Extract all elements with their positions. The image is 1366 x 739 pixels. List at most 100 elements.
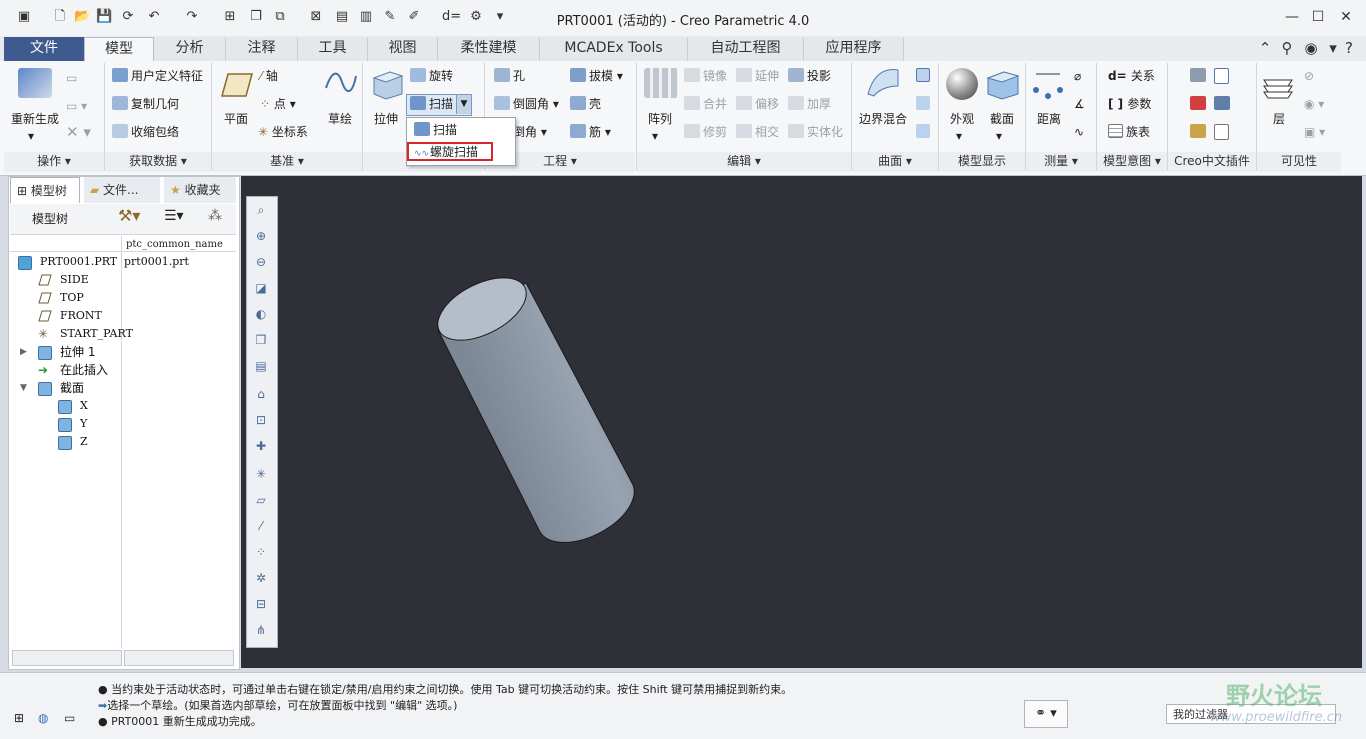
zoom-out-icon[interactable]: ⊖: [250, 252, 272, 272]
display-style-icon[interactable]: ◐: [250, 304, 272, 324]
family-table-button[interactable]: 族表: [1108, 124, 1150, 140]
tree-columns-icon[interactable]: ☰▾: [164, 208, 184, 224]
tree-item-label[interactable]: Y: [80, 416, 87, 432]
group-surfaces-label[interactable]: 曲面 ▾: [852, 152, 938, 172]
csys-button[interactable]: ✳ 坐标系: [258, 124, 308, 140]
plugin-check-icon[interactable]: [1190, 124, 1209, 140]
tab-mcadex-tools[interactable]: MCADEx Tools: [540, 37, 688, 61]
close-button[interactable]: ✕: [1336, 8, 1356, 26]
sketch-button[interactable]: 草绘: [320, 110, 360, 127]
tree-item-label[interactable]: 在此插入: [60, 362, 108, 378]
find-binoculars-icon[interactable]: ⚭ ▾: [1024, 700, 1068, 728]
tree-item-label[interactable]: SIDE: [60, 272, 89, 288]
community-icon[interactable]: ◉: [1302, 39, 1320, 57]
axis-display-icon[interactable]: ⁄: [250, 516, 272, 536]
view-manager-icon[interactable]: ▤: [250, 356, 272, 376]
annotation-display-icon[interactable]: ⊡: [250, 410, 272, 430]
tab-annotate[interactable]: 注释: [226, 37, 298, 61]
boundary-blend-button[interactable]: 边界混合: [854, 110, 912, 127]
tree-item-label[interactable]: PRT0001.PRT: [40, 254, 117, 270]
appearance-dropdown-icon[interactable]: ▾: [956, 128, 962, 144]
menu-item-helical-sweep[interactable]: ∿∿螺旋扫描: [414, 144, 478, 162]
tree-item-label[interactable]: START_PART: [60, 326, 133, 342]
browser-toggle-icon[interactable]: ◍: [38, 711, 54, 727]
tree-hscrollbar-right[interactable]: [124, 650, 234, 666]
group-visibility-label[interactable]: 可见性: [1257, 152, 1341, 172]
plugin-save-icon[interactable]: [1190, 68, 1209, 84]
udf-button[interactable]: 用户定义特征: [112, 68, 203, 84]
trim-button[interactable]: 修剪: [684, 124, 727, 140]
tree-hscrollbar-left[interactable]: [12, 650, 122, 666]
sweep-dropdown-icon[interactable]: ▼: [456, 95, 471, 114]
group-creo-plugin-label[interactable]: Creo中文插件: [1168, 152, 1256, 172]
section-button[interactable]: 截面: [982, 110, 1022, 127]
help-icon[interactable]: ?: [1340, 39, 1358, 57]
extend-button[interactable]: 延伸: [736, 68, 779, 84]
mirror-button[interactable]: 镜像: [684, 68, 727, 84]
plugin-disk-icon[interactable]: [1214, 96, 1233, 112]
tab-model-tree[interactable]: ⊞ 模型树: [10, 177, 80, 203]
intersect-button[interactable]: 相交: [736, 124, 779, 140]
delete-icon[interactable]: ✕ ▾: [66, 124, 91, 140]
tab-folder-browser[interactable]: ▰ 文件...: [84, 177, 160, 203]
tree-item-label[interactable]: FRONT: [60, 308, 102, 324]
graphics-area[interactable]: [241, 176, 1362, 668]
fill-icon[interactable]: [916, 68, 933, 84]
status-icon[interactable]: ▣ ▾: [1304, 124, 1325, 140]
tab-auto-drawing[interactable]: 自动工程图: [688, 37, 804, 61]
rib-button[interactable]: 筋 ▾: [570, 124, 611, 140]
draft-button[interactable]: 拔模 ▾: [570, 68, 623, 84]
plane-display-icon[interactable]: ▱: [250, 490, 272, 510]
group-model-display-label[interactable]: 模型显示: [939, 152, 1025, 172]
parameters-button[interactable]: [ ] 参数: [1108, 96, 1151, 112]
tab-view[interactable]: 视图: [368, 37, 438, 61]
tab-tools[interactable]: 工具: [298, 37, 368, 61]
tree-item-label[interactable]: 截面: [60, 380, 84, 396]
thicken-button[interactable]: 加厚: [788, 96, 831, 112]
point-button[interactable]: ⁘ 点 ▾: [260, 96, 296, 112]
style-icon[interactable]: [916, 124, 933, 140]
copy-icon[interactable]: ▭: [66, 70, 77, 86]
layer-button[interactable]: 层: [1260, 110, 1298, 127]
point-display-icon[interactable]: ⁘: [250, 542, 272, 562]
collapse-icon[interactable]: ▼: [20, 380, 27, 396]
solidify-button[interactable]: 实体化: [788, 124, 843, 140]
hide-icon[interactable]: ⊘: [1304, 68, 1314, 84]
tab-model[interactable]: 模型: [84, 37, 154, 61]
group-measure-label[interactable]: 测量 ▾: [1026, 152, 1096, 172]
copy-geometry-button[interactable]: 复制几何: [112, 96, 179, 112]
freestyle-icon[interactable]: [916, 96, 933, 112]
annotation-toggle-icon[interactable]: ⊟: [250, 594, 272, 614]
tree-settings-icon[interactable]: ⚒▾: [118, 208, 140, 224]
expand-icon[interactable]: ▶: [20, 344, 27, 360]
regenerate-dropdown-icon[interactable]: ▾: [28, 128, 34, 144]
revolve-button[interactable]: 旋转: [410, 68, 453, 84]
plugin-frame-icon[interactable]: [1214, 68, 1232, 86]
tree-item-label[interactable]: X: [80, 398, 88, 414]
tab-analysis[interactable]: 分析: [154, 37, 226, 61]
perspective-icon[interactable]: ⌂: [250, 384, 272, 404]
tab-flexible-modeling[interactable]: 柔性建模: [438, 37, 540, 61]
extrude-button[interactable]: 拉伸: [366, 110, 406, 127]
shrinkwrap-button[interactable]: 收缩包络: [112, 124, 179, 140]
distance-button[interactable]: 距离: [1030, 110, 1068, 127]
section-dropdown-icon[interactable]: ▾: [996, 128, 1002, 144]
show-icon[interactable]: ◉ ▾: [1304, 96, 1324, 112]
shell-button[interactable]: 壳: [570, 96, 601, 112]
search-icon[interactable]: ⚲: [1278, 39, 1296, 57]
round-button[interactable]: 倒圆角 ▾: [494, 96, 559, 112]
relations-button[interactable]: d= 关系: [1108, 68, 1155, 84]
csys-display-icon[interactable]: ✳: [250, 464, 272, 484]
maximize-button[interactable]: ☐: [1308, 8, 1328, 26]
fullscreen-icon[interactable]: ▭: [64, 711, 80, 727]
repaint-icon[interactable]: ◪: [250, 278, 272, 298]
project-button[interactable]: 投影: [788, 68, 831, 84]
tab-file[interactable]: 文件: [4, 37, 84, 61]
spin-center-icon[interactable]: ✚: [250, 436, 272, 456]
tree-item-label[interactable]: TOP: [60, 290, 84, 306]
tree-filter-icon[interactable]: ⁂: [208, 208, 222, 224]
merge-button[interactable]: 合并: [684, 96, 727, 112]
tree-item-label[interactable]: 拉伸 1: [60, 344, 95, 360]
measure-diameter-icon[interactable]: ⌀: [1074, 68, 1081, 84]
plugin-text-icon[interactable]: [1214, 124, 1232, 142]
